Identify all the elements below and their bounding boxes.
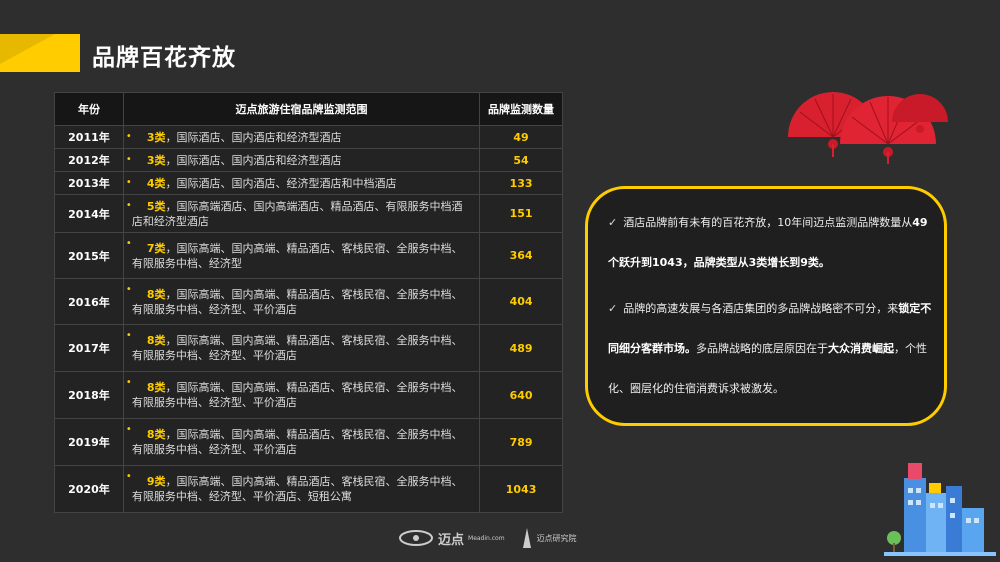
category-count: 8类 [146, 287, 166, 301]
count-cell: 404 [479, 278, 563, 325]
category-count: 9类 [146, 475, 166, 488]
table-header-row: 年份 迈点旅游住宿品牌监测范围 品牌监测数量 [54, 92, 563, 126]
year-cell: 2016年 [54, 278, 124, 325]
table-row: 2011年 • 3类，国际酒店、国内酒店和经济型酒店 49 [54, 125, 563, 149]
year-cell: 2011年 [54, 125, 124, 149]
year-cell: 2019年 [54, 418, 124, 466]
category-count: 8类 [146, 428, 166, 441]
bullet-icon: • [125, 330, 132, 341]
header-year: 年份 [54, 92, 124, 126]
count-cell: 789 [479, 418, 563, 466]
table-row: 2013年 • 4类，国际酒店、国内酒店、经济型酒店和中档酒店 133 [54, 171, 563, 195]
scope-cell: • 8类，国际高端、国内高端、精品酒店、客栈民宿、全服务中档、有限服务中档、经济型… [122, 278, 481, 325]
scope-text: ，国际高端、国内高端、精品酒店、客栈民宿、全服务中档、有限服务中档、经济型、平价… [131, 381, 463, 409]
table-row: 2015年 • 7类，国际高端、国内高端、精品酒店、客栈民宿、全服务中档、有限服务… [54, 232, 563, 279]
eye-icon [399, 530, 433, 546]
year-cell: 2014年 [54, 194, 124, 233]
table-row: 2018年 • 8类，国际高端、国内高端、精品酒店、客栈民宿、全服务中档、有限服务… [54, 371, 563, 419]
scope-cell: • 8类，国际高端、国内高端、精品酒店、客栈民宿、全服务中档、有限服务中档、经济型… [122, 371, 481, 419]
category-count: 8类 [146, 381, 166, 394]
count-cell: 133 [479, 171, 563, 195]
count-cell: 640 [479, 371, 563, 419]
scope-cell: • 8类，国际高端、国内高端、精品酒店、客栈民宿、全服务中档、有限服务中档、经济型… [122, 418, 481, 466]
category-count: 7类 [146, 241, 166, 255]
fan-decoration [788, 92, 948, 164]
scope-cell: • 9类，国际高端、国内高端、精品酒店、客栈民宿、全服务中档、有限服务中档、经济型… [122, 465, 481, 513]
scope-cell: • 3类，国际酒店、国内酒店和经济型酒店 [122, 125, 481, 149]
page-title: 品牌百花齐放 [92, 45, 236, 71]
scope-cell: • 7类，国际高端、国内高端、精品酒店、客栈民宿、全服务中档、有限服务中档、经济型 [122, 232, 481, 279]
scope-text: ，国际高端、国内高端、精品酒店、客栈民宿、全服务中档、有限服务中档、经济型、平价… [131, 334, 463, 362]
bullet-icon: • [125, 424, 132, 435]
category-count: 3类 [146, 153, 166, 167]
category-count: 5类 [146, 199, 166, 213]
tower-icon [522, 528, 531, 548]
count-cell: 364 [479, 232, 563, 279]
table-row: 2019年 • 8类，国际高端、国内高端、精品酒店、客栈民宿、全服务中档、有限服务… [54, 418, 563, 466]
brand-monitoring-table: 年份 迈点旅游住宿品牌监测范围 品牌监测数量 2011年 • 3类，国际酒店、国内… [54, 92, 563, 513]
bullet-icon: • [125, 200, 132, 211]
scope-text: ，国际高端、国内高端、精品酒店、客栈民宿、全服务中档、有限服务中档、经济型、平价… [131, 287, 463, 316]
category-count: 3类 [146, 130, 166, 144]
scope-text: ，国际高端、国内高端、精品酒店、客栈民宿、全服务中档、有限服务中档、经济型、平价… [131, 428, 463, 456]
summary-point-2: ✓ 品牌的高速发展与各酒店集团的多品牌战略密不可分，来锁定不同细分客群市场。多品牌… [608, 289, 938, 409]
count-cell: 489 [479, 324, 563, 372]
scope-text: ，国际酒店、国内酒店和经济型酒店 [165, 153, 342, 167]
city-illustration [884, 463, 996, 556]
summary-point-1: ✓ 酒店品牌前有未有的百花齐放，10年间迈点监测品牌数量从49个跃升到1043，品… [608, 203, 938, 283]
scope-cell: • 8类，国际高端、国内高端、精品酒店、客栈民宿、全服务中档、有限服务中档、经济型… [122, 324, 481, 372]
year-cell: 2013年 [54, 171, 124, 195]
footer-logos: 迈点 Meadin.com 迈点研究院 [398, 528, 577, 548]
check-icon: ✓ [608, 302, 618, 315]
category-count: 4类 [146, 176, 166, 190]
year-cell: 2015年 [54, 232, 124, 279]
table-row: 2017年 • 8类，国际高端、国内高端、精品酒店、客栈民宿、全服务中档、有限服务… [54, 324, 563, 372]
table-row: 2014年 • 5类，国际高端酒店、国内高端酒店、精品酒店、有限服务中档酒店和经济… [54, 194, 563, 233]
year-cell: 2018年 [54, 371, 124, 419]
bullet-icon: • [125, 131, 132, 142]
table-row: 2020年 • 9类，国际高端、国内高端、精品酒店、客栈民宿、全服务中档、有限服务… [54, 465, 563, 513]
count-cell: 1043 [479, 465, 563, 513]
bullet-icon: • [125, 471, 132, 482]
scope-text: ，国际酒店、国内酒店、经济型酒店和中档酒店 [165, 176, 397, 190]
year-cell: 2017年 [54, 324, 124, 372]
meadin-logo: 迈点 Meadin.com [398, 529, 505, 548]
year-cell: 2012年 [54, 148, 124, 172]
scope-text: ，国际酒店、国内酒店和经济型酒店 [165, 130, 342, 144]
title-accent-band [0, 34, 80, 72]
table-row: 2012年 • 3类，国际酒店、国内酒店和经济型酒店 54 [54, 148, 563, 172]
scope-cell: • 4类，国际酒店、国内酒店、经济型酒店和中档酒店 [122, 171, 481, 195]
institute-logo: 迈点研究院 [521, 528, 577, 548]
bullet-icon: • [125, 238, 132, 249]
header-scope: 迈点旅游住宿品牌监测范围 [122, 92, 481, 126]
bullet-icon: • [125, 377, 132, 388]
bullet-icon: • [125, 284, 132, 295]
summary-box: ✓ 酒店品牌前有未有的百花齐放，10年间迈点监测品牌数量从49个跃升到1043，品… [585, 186, 947, 426]
category-count: 8类 [146, 334, 166, 347]
check-icon: ✓ [608, 216, 618, 229]
table-row: 2016年 • 8类，国际高端、国内高端、精品酒店、客栈民宿、全服务中档、有限服务… [54, 278, 563, 325]
count-cell: 49 [479, 125, 563, 149]
bullet-icon: • [125, 154, 132, 165]
year-cell: 2020年 [54, 465, 124, 513]
scope-text: ，国际高端酒店、国内高端酒店、精品酒店、有限服务中档酒店和经济型酒店 [131, 199, 463, 228]
count-cell: 151 [479, 194, 563, 233]
bullet-icon: • [125, 177, 132, 188]
scope-cell: • 3类，国际酒店、国内酒店和经济型酒店 [122, 148, 481, 172]
header-count: 品牌监测数量 [479, 92, 563, 126]
scope-text: ，国际高端、国内高端、精品酒店、客栈民宿、全服务中档、有限服务中档、经济型 [131, 241, 463, 270]
scope-cell: • 5类，国际高端酒店、国内高端酒店、精品酒店、有限服务中档酒店和经济型酒店 [122, 194, 481, 233]
count-cell: 54 [479, 148, 563, 172]
scope-text: ，国际高端、国内高端、精品酒店、客栈民宿、全服务中档、有限服务中档、经济型、平价… [131, 475, 463, 503]
